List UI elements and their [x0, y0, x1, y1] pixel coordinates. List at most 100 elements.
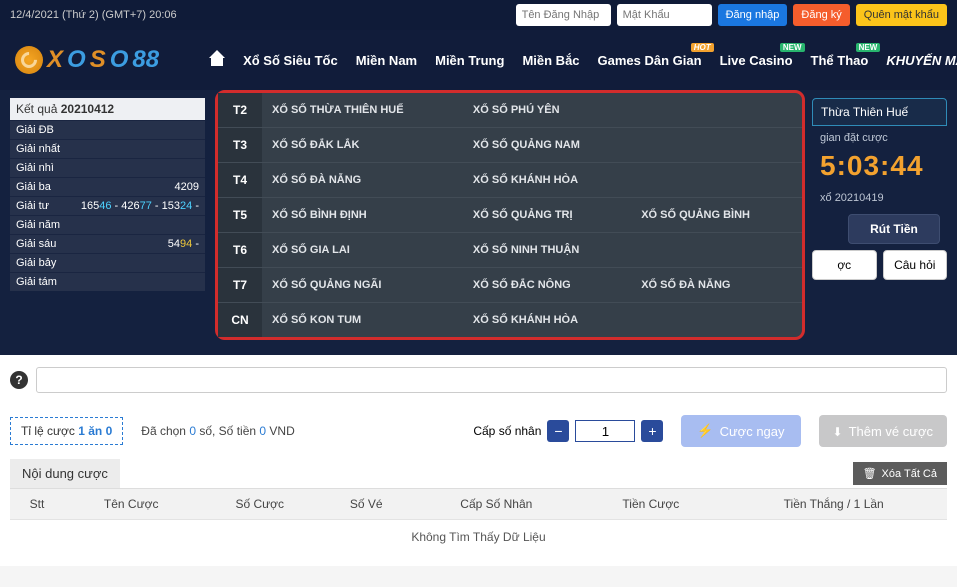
rate-box: Tỉ lệ cược 1 ăn 0 [10, 417, 123, 445]
nav-menu: Xổ Số Siêu Tốc Miền Nam Miền Trung Miền … [209, 52, 957, 69]
down-icon [833, 424, 843, 439]
dd-item[interactable]: XỔ SỐ ĐẮC NÔNG [463, 268, 631, 303]
add-ticket-button[interactable]: Thêm vé cược [819, 415, 947, 447]
bolt-icon [697, 423, 713, 439]
side-button-1[interactable]: ợc [812, 250, 877, 280]
dd-item[interactable] [631, 233, 802, 268]
countdown-label: gian đặt cược [812, 126, 947, 150]
trash-icon [863, 467, 877, 480]
result-row-3: Giải ba4209 [10, 177, 205, 196]
dd-item[interactable]: XỔ SỐ PHÚ YÊN [463, 93, 631, 128]
dd-item[interactable] [631, 128, 802, 163]
nav-north[interactable]: Miền Bắc [522, 53, 579, 68]
withdraw-button[interactable]: Rút Tiền [848, 214, 940, 244]
dd-item[interactable]: XỔ SỐ ĐÀ NẴNG [262, 163, 463, 198]
navbar: XOSO88 Xổ Số Siêu Tốc Miền Nam Miền Trun… [0, 30, 957, 90]
register-button[interactable]: Đăng ký [793, 4, 849, 26]
dd-day-T5[interactable]: T5 [218, 198, 262, 233]
bet-now-button[interactable]: Cược ngay [681, 415, 800, 447]
forgot-password-button[interactable]: Quên mật khẩu [856, 4, 947, 26]
dd-item[interactable] [631, 163, 802, 198]
dd-item[interactable]: XỔ SỐ QUẢNG BÌNH [631, 198, 802, 233]
chosen-text: Đã chọn 0 số, Số tiền 0 VND [141, 424, 294, 438]
nav-games[interactable]: Games Dân GianHOT [598, 53, 702, 68]
result-row-4: Giải tư16546 - 42677 - 15324 - [10, 196, 205, 215]
col-header: Số Vé [321, 489, 411, 520]
dd-item[interactable]: XỔ SỐ KHÁNH HÒA [463, 163, 631, 198]
dd-item[interactable]: XỔ SỐ KHÁNH HÒA [463, 303, 631, 338]
help-row: ? [10, 367, 947, 393]
logo[interactable]: XOSO88 [15, 46, 159, 74]
empty-row: Không Tìm Thấy Dữ Liệu [10, 520, 947, 555]
dd-day-T7[interactable]: T7 [218, 268, 262, 303]
tab-bet-content[interactable]: Nội dung cược [10, 459, 120, 488]
dd-item[interactable]: XỔ SỐ QUẢNG NGÃI [262, 268, 463, 303]
multiplier-label: Cấp số nhân [473, 424, 541, 438]
dd-day-T3[interactable]: T3 [218, 128, 262, 163]
content-header: Nội dung cược Xóa Tất Cả [10, 459, 947, 489]
result-row-7: Giải bảy [10, 253, 205, 272]
datetime-text: 12/4/2021 (Thứ 2) (GMT+7) 20:06 [10, 9, 516, 21]
col-header: Số Cược [199, 489, 321, 520]
right-panel: Thừa Thiên Huế gian đặt cược 5:03:44 xổ … [812, 98, 947, 280]
bets-table: SttTên CượcSố CượcSố VéCấp Số NhânTiền C… [10, 489, 947, 554]
dd-item[interactable]: XỔ SỐ QUẢNG NAM [463, 128, 631, 163]
controls-row: Tỉ lệ cược 1 ăn 0 Đã chọn 0 số, Số tiền … [10, 415, 947, 447]
login-button[interactable]: Đăng nhập [718, 4, 788, 26]
dd-item[interactable]: XỔ SỐ QUẢNG TRỊ [463, 198, 631, 233]
password-input[interactable] [617, 4, 712, 26]
result-row-db: Giải ĐB [10, 120, 205, 139]
nav-central[interactable]: Miền Trung [435, 53, 504, 68]
dd-item[interactable]: XỔ SỐ GIA LAI [262, 233, 463, 268]
dd-item[interactable]: XỔ SỐ BÌNH ĐỊNH [262, 198, 463, 233]
dd-item[interactable] [631, 93, 802, 128]
help-icon[interactable]: ? [10, 371, 28, 389]
col-header: Tiền Cược [581, 489, 720, 520]
draw-code: xổ 20210419 [812, 188, 947, 208]
nav-south[interactable]: Miền Nam [356, 53, 417, 68]
new-badge: NEW [856, 43, 881, 52]
col-header: Tên Cược [64, 489, 199, 520]
nav-sports[interactable]: Thể ThaoNEW [811, 53, 869, 68]
result-row-8: Giải tám [10, 272, 205, 291]
new-badge: NEW [780, 43, 805, 52]
dd-day-CN[interactable]: CN [218, 303, 262, 338]
dd-day-T6[interactable]: T6 [218, 233, 262, 268]
dd-item[interactable]: XỔ SỐ ĐÀ NẴNG [631, 268, 802, 303]
region-dropdown: T2 XỔ SỐ THỪA THIÊN HUẾ XỔ SỐ PHÚ YÊN T3… [215, 90, 805, 340]
hot-badge: HOT [691, 43, 714, 52]
countdown-timer: 5:03:44 [812, 150, 947, 188]
col-header: Cấp Số Nhân [411, 489, 581, 520]
results-header: Kết quả 20210412 [10, 98, 205, 120]
home-icon [209, 52, 225, 66]
main-area: Kết quả 20210412 Giải ĐB Giải nhất Giải … [0, 90, 957, 355]
result-row-5: Giải năm [10, 215, 205, 234]
mult-plus-button[interactable]: + [641, 420, 663, 442]
result-row-1: Giải nhất [10, 139, 205, 158]
dd-day-T2[interactable]: T2 [218, 93, 262, 128]
result-row-6: Giải sáu5494 - [10, 234, 205, 253]
faq-button[interactable]: Câu hỏi [883, 250, 948, 280]
nav-superfast[interactable]: Xổ Số Siêu Tốc [243, 53, 338, 68]
username-input[interactable] [516, 4, 611, 26]
lower-panel: ? Tỉ lệ cược 1 ăn 0 Đã chọn 0 số, Số tiề… [0, 355, 957, 566]
dd-day-T4[interactable]: T4 [218, 163, 262, 198]
clear-all-button[interactable]: Xóa Tất Cả [853, 462, 947, 485]
col-header: Stt [10, 489, 64, 520]
dd-item[interactable]: XỔ SỐ ĐẮK LẮK [262, 128, 463, 163]
help-input[interactable] [36, 367, 947, 393]
results-panel: Kết quả 20210412 Giải ĐB Giải nhất Giải … [10, 98, 205, 291]
topbar: 12/4/2021 (Thứ 2) (GMT+7) 20:06 Đăng nhậ… [0, 0, 957, 30]
col-header: Tiền Thắng / 1 Lần [720, 489, 947, 520]
dd-item[interactable] [631, 303, 802, 338]
mult-minus-button[interactable]: − [547, 420, 569, 442]
dd-item[interactable]: XỔ SỐ NINH THUẬN [463, 233, 631, 268]
dd-item[interactable]: XỔ SỐ THỪA THIÊN HUẾ [262, 93, 463, 128]
nav-live[interactable]: Live CasinoNEW [720, 53, 793, 68]
nav-promo[interactable]: KHUYẾN MÃI [886, 53, 957, 68]
dd-item[interactable]: XỔ SỐ KON TUM [262, 303, 463, 338]
mult-input[interactable] [575, 420, 635, 442]
nav-home[interactable] [209, 52, 225, 69]
result-row-2: Giải nhì [10, 158, 205, 177]
lottery-name: Thừa Thiên Huế [812, 98, 947, 126]
